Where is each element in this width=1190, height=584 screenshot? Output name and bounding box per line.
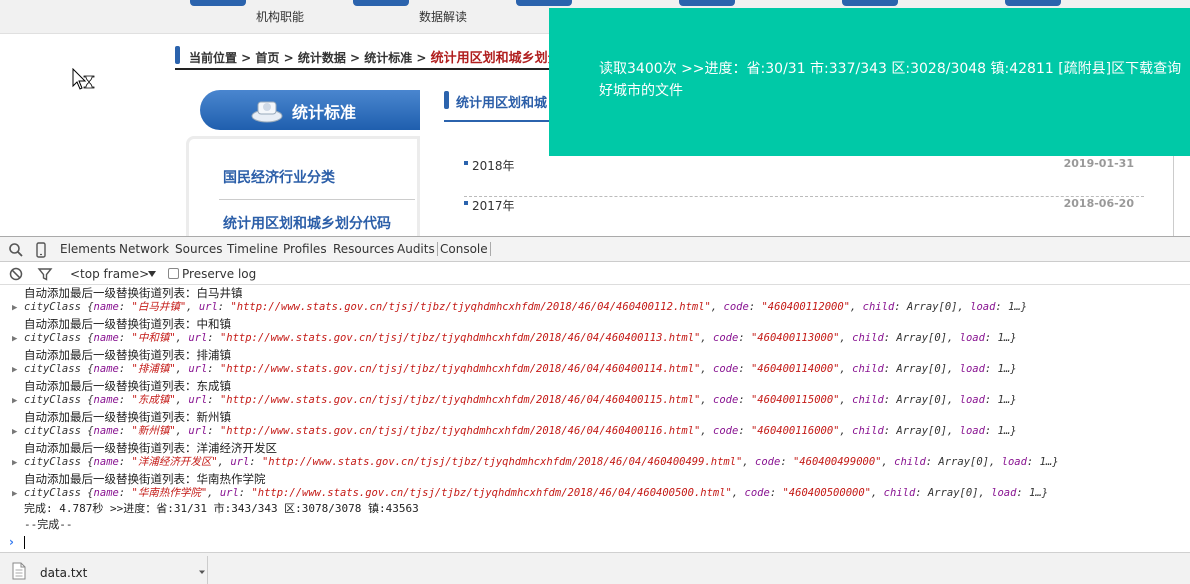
nav-tab-2[interactable]	[353, 0, 409, 6]
list-item[interactable]: 2018年 2019-01-31	[464, 157, 1144, 197]
console-object[interactable]: ▶ cityClass {name: "新州镇", url: "http://ww…	[12, 423, 1017, 438]
breadcrumb-text: 当前位置 > 首页 > 统计数据 > 统计标准 > 统计用区划和城乡划分	[189, 47, 561, 66]
nav-tab-6[interactable]	[1005, 0, 1061, 6]
toast-message: 读取3400次 >>进度：省:30/31 市:337/343 区:3028/30…	[599, 61, 1182, 99]
device-mode-icon[interactable]	[33, 242, 49, 258]
console-done-message: 完成: 4.787秒 >>进度：省:31/31 市:343/343 区:3078…	[24, 502, 419, 515]
breadcrumb-current: 统计用区划和城乡划分	[430, 51, 561, 66]
nav-sub-functions[interactable]: 机构职能	[256, 8, 304, 25]
expand-triangle-icon[interactable]: ▶	[12, 334, 24, 344]
nav-tab-5[interactable]	[842, 0, 898, 6]
expand-triangle-icon[interactable]: ▶	[12, 396, 24, 406]
expand-triangle-icon[interactable]: ▶	[12, 427, 24, 437]
tab-network[interactable]: Network	[119, 242, 169, 256]
nav-tab-1[interactable]	[190, 0, 246, 6]
screen: 机构职能 数据解读 当前位置 > 首页 > 统计数据 > 统计标准 > 统计用区…	[0, 0, 1190, 584]
breadcrumb: 当前位置 > 首页 > 统计数据 > 统计标准 > 统计用区划和城乡划分	[175, 44, 575, 70]
tab-sources[interactable]: Sources	[175, 242, 222, 256]
breadcrumb-marker	[175, 46, 180, 64]
frame-selector[interactable]: <top frame>	[70, 267, 149, 281]
list-heading-text: 统计用区划和城	[456, 96, 548, 111]
clear-console-icon[interactable]	[8, 266, 24, 282]
console-object[interactable]: ▶ cityClass {name: "中和镇", url: "http://ww…	[12, 330, 1017, 345]
console-object[interactable]: ▶ cityClass {name: "排浦镇", url: "http://ww…	[12, 361, 1017, 376]
standards-banner: 统计标准	[200, 90, 420, 130]
console-prompt-icon: ›	[9, 535, 14, 549]
scanner-icon	[251, 101, 283, 123]
console-input[interactable]	[24, 536, 25, 549]
console-end-message: --完成--	[24, 518, 73, 531]
progress-toast: 读取3400次 >>进度：省:30/31 市:337/343 区:3028/30…	[549, 8, 1190, 156]
list-item-year[interactable]: 2018年	[472, 157, 515, 174]
menu-item-industry[interactable]: 国民经济行业分类	[223, 167, 335, 187]
download-menu-icon[interactable]	[196, 566, 208, 578]
preserve-log-label[interactable]: Preserve log	[182, 267, 256, 281]
list-item-date: 2018-06-20	[1063, 197, 1134, 210]
search-icon[interactable]	[8, 242, 24, 258]
devtools-panel: Elements Network Sources Timeline Profil…	[0, 236, 1190, 552]
download-filename[interactable]: data.txt	[40, 566, 87, 580]
menu-divider	[219, 199, 415, 200]
menu-item-division-code[interactable]: 统计用区划和城乡划分代码	[223, 213, 391, 233]
file-icon	[12, 562, 26, 580]
expand-triangle-icon[interactable]: ▶	[12, 303, 24, 313]
devtools-tabbar: Elements Network Sources Timeline Profil…	[0, 237, 1190, 262]
tab-audits[interactable]: Audits	[397, 242, 435, 256]
console-toolbar: <top frame> Preserve log	[0, 263, 1190, 285]
bullet	[464, 161, 468, 165]
console-object[interactable]: ▶ cityClass {name: "洋浦经济开发区", url: "http:…	[12, 454, 1059, 469]
busy-cursor-icon	[72, 68, 95, 90]
left-menu: 国民经济行业分类 统计用区划和城乡划分代码	[186, 136, 420, 236]
dropdown-arrow-icon[interactable]	[147, 269, 157, 279]
console-output: 自动添加最后一级替换街道列表：白马井镇 ▶ cityClass {name: "白马…	[0, 285, 1190, 553]
bullet	[464, 201, 468, 205]
preserve-log-checkbox[interactable]	[168, 268, 179, 279]
expand-triangle-icon[interactable]: ▶	[12, 489, 24, 499]
console-object[interactable]: ▶ cityClass {name: "华南热作学院", url: "http:/…	[12, 485, 1048, 500]
list-item[interactable]: 2017年 2018-06-20	[464, 197, 1144, 236]
tab-elements[interactable]: Elements	[60, 242, 116, 256]
heading-marker	[444, 91, 449, 109]
nav-sub-interpretation[interactable]: 数据解读	[419, 8, 467, 25]
download-item[interactable]: data.txt	[0, 556, 208, 584]
tab-console[interactable]: Console	[437, 242, 491, 256]
expand-triangle-icon[interactable]: ▶	[12, 365, 24, 375]
console-object[interactable]: ▶ cityClass {name: "白马井镇", url: "http://w…	[12, 299, 1027, 314]
nav-tab-4[interactable]	[679, 0, 735, 6]
tab-timeline[interactable]: Timeline	[227, 242, 278, 256]
list-item-year[interactable]: 2017年	[472, 197, 515, 214]
web-page: 机构职能 数据解读 当前位置 > 首页 > 统计数据 > 统计标准 > 统计用区…	[0, 0, 1190, 236]
tab-resources[interactable]: Resources	[333, 242, 394, 256]
breadcrumb-path[interactable]: 当前位置 > 首页 > 统计数据 > 统计标准 >	[189, 51, 431, 65]
list-item-date: 2019-01-31	[1063, 157, 1134, 170]
nav-tab-3[interactable]	[516, 0, 572, 6]
filter-icon[interactable]	[37, 266, 53, 282]
expand-triangle-icon[interactable]: ▶	[12, 458, 24, 468]
banner-title: 统计标准	[292, 103, 357, 122]
console-object[interactable]: ▶ cityClass {name: "东成镇", url: "http://ww…	[12, 392, 1017, 407]
download-bar: data.txt	[0, 552, 1190, 584]
tab-profiles[interactable]: Profiles	[283, 242, 327, 256]
